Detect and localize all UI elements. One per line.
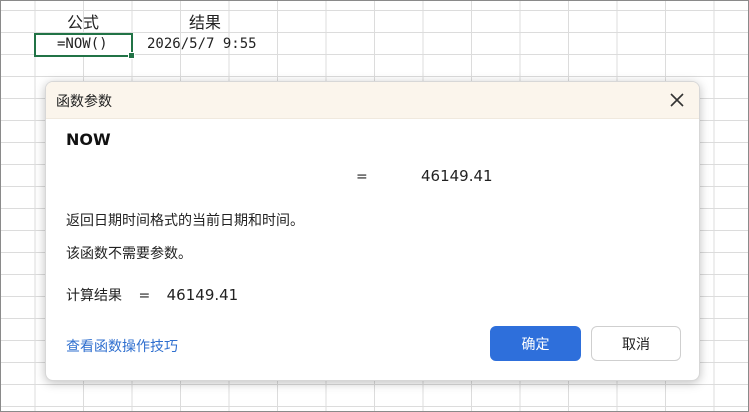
formula-cell[interactable]: =NOW() — [57, 36, 108, 52]
fill-handle[interactable] — [128, 52, 135, 59]
function-name: NOW — [66, 130, 111, 149]
calc-equals-sign: = — [138, 288, 151, 304]
header-result-cell[interactable]: 结果 — [189, 9, 221, 33]
function-value: 46149.41 — [421, 167, 493, 185]
dialog-title: 函数参数 — [56, 94, 112, 110]
calculation-result: 计算结果 = 46149.41 — [66, 285, 238, 305]
close-icon — [670, 93, 684, 107]
ok-button[interactable]: 确定 — [490, 326, 581, 361]
equals-sign: = — [356, 169, 368, 185]
function-tips-link[interactable]: 查看函数操作技巧 — [66, 336, 178, 356]
calc-result-label: 计算结果 — [66, 288, 122, 304]
result-cell[interactable]: 2026/5/7 9:55 — [147, 36, 257, 52]
function-arguments-dialog: 函数参数 NOW = 46149.41 返回日期时间格式的当前日期和时间。 该函… — [45, 81, 700, 381]
function-description: 返回日期时间格式的当前日期和时间。 — [66, 213, 304, 229]
calc-result-value: 46149.41 — [166, 286, 239, 304]
close-button[interactable] — [665, 88, 689, 112]
no-args-note: 该函数不需要参数。 — [66, 246, 192, 262]
cancel-button[interactable]: 取消 — [591, 326, 681, 361]
header-formula-cell[interactable]: 公式 — [67, 9, 99, 33]
dialog-title-bar[interactable]: 函数参数 — [46, 82, 699, 119]
